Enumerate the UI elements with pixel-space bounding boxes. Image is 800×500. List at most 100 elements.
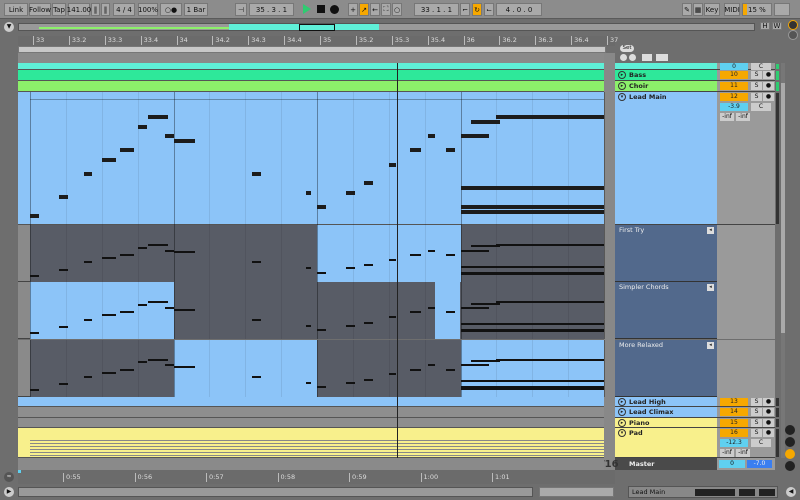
midi-note[interactable] xyxy=(446,148,456,153)
punch-out-icon[interactable]: ⌙ xyxy=(484,3,494,16)
track-number-button[interactable]: 15 xyxy=(720,419,748,427)
midi-note[interactable] xyxy=(30,274,39,277)
midi-map-button[interactable]: MIDI xyxy=(724,3,740,16)
fold-closed-icon[interactable]: ▸ xyxy=(618,419,626,427)
set-locator-button[interactable]: Set xyxy=(620,45,634,52)
track-lane[interactable] xyxy=(18,81,604,92)
take-clip[interactable] xyxy=(30,282,605,340)
midi-note[interactable] xyxy=(410,311,422,314)
midi-note[interactable] xyxy=(148,243,169,246)
pan-control[interactable]: C xyxy=(751,439,771,447)
arm-button[interactable]: ● xyxy=(763,71,774,79)
computer-keyboard-icon[interactable]: ▦ xyxy=(693,3,703,16)
master-track-header[interactable]: Master xyxy=(615,458,717,470)
track-lane[interactable] xyxy=(18,418,604,428)
midi-note[interactable] xyxy=(306,324,311,327)
clip[interactable] xyxy=(30,418,604,428)
solo-button[interactable]: S xyxy=(751,419,762,427)
session-record-icon[interactable]: ○ xyxy=(392,3,402,16)
solo-button[interactable]: S xyxy=(751,398,762,406)
midi-note[interactable] xyxy=(363,378,373,381)
take-lane[interactable] xyxy=(18,339,605,397)
midi-note[interactable] xyxy=(83,261,92,264)
take-lane-header[interactable]: More Relaxed ◂ xyxy=(615,339,717,397)
fold-closed-icon[interactable]: ▸ xyxy=(618,408,626,416)
midi-note[interactable] xyxy=(460,134,490,139)
midi-note[interactable] xyxy=(345,381,355,384)
take-lane-header[interactable]: Simpler Chords ◂ xyxy=(615,282,717,340)
midi-note[interactable] xyxy=(30,214,39,219)
take-clip[interactable] xyxy=(30,339,605,397)
track-lane[interactable] xyxy=(18,70,604,81)
crossfader-toggle-icon[interactable] xyxy=(785,461,795,471)
midi-note[interactable] xyxy=(388,315,396,318)
volume-field[interactable]: -3.9 xyxy=(720,103,748,111)
midi-note[interactable] xyxy=(137,361,147,364)
master-pan[interactable]: -7.0 xyxy=(747,460,772,468)
send-a-knob[interactable]: -inf xyxy=(720,449,734,457)
midi-note[interactable] xyxy=(83,171,92,176)
midi-note[interactable] xyxy=(164,364,174,367)
midi-note[interactable] xyxy=(345,324,355,327)
collapse-icon[interactable]: ▼ xyxy=(4,22,14,32)
vertical-scrollbar[interactable] xyxy=(781,63,785,458)
track-lane[interactable] xyxy=(18,63,604,70)
midi-note[interactable] xyxy=(446,311,456,314)
track-lane[interactable] xyxy=(18,407,604,418)
midi-note[interactable] xyxy=(119,148,135,153)
lock-envelope-icon[interactable] xyxy=(656,54,668,61)
midi-note[interactable] xyxy=(363,321,373,324)
clip[interactable] xyxy=(30,63,604,70)
arm-button[interactable]: ● xyxy=(763,93,774,101)
midi-note[interactable] xyxy=(173,138,196,143)
track-number-button[interactable]: 14 xyxy=(720,408,748,416)
midi-note[interactable] xyxy=(471,120,500,125)
midi-note[interactable] xyxy=(306,267,311,270)
fit-height-button[interactable]: H xyxy=(760,22,770,30)
midi-note[interactable] xyxy=(83,318,92,321)
midi-note[interactable] xyxy=(164,134,174,139)
fit-width-button[interactable]: W xyxy=(772,22,782,30)
key-map-button[interactable]: Key xyxy=(704,3,720,16)
midi-note[interactable] xyxy=(58,326,68,328)
tempo-field[interactable]: 141.00 xyxy=(67,3,91,16)
pan-control[interactable]: C xyxy=(751,103,771,111)
next-locator-icon[interactable] xyxy=(629,54,636,61)
midi-note[interactable] xyxy=(460,249,490,252)
midi-note[interactable] xyxy=(164,249,174,252)
midi-note[interactable] xyxy=(460,204,604,209)
fold-closed-icon[interactable]: ▸ xyxy=(618,398,626,406)
midi-note[interactable] xyxy=(148,358,169,361)
midi-note[interactable] xyxy=(317,386,326,389)
track-header-lead-high[interactable]: ▸ Lead High xyxy=(615,397,717,407)
clip-title-bar[interactable] xyxy=(30,92,604,100)
zoom-field[interactable]: 100% xyxy=(138,3,158,16)
follow-button[interactable]: Follow xyxy=(29,3,51,16)
clip[interactable] xyxy=(30,92,605,225)
track-header-pad[interactable]: ▾ Pad xyxy=(615,428,717,458)
track-header-lead-main[interactable]: ▾ Lead Main xyxy=(615,92,717,225)
track-header-lead-climax[interactable]: ▸ Lead Climax xyxy=(615,407,717,418)
fold-open-icon[interactable]: ▾ xyxy=(618,429,626,437)
master-volume[interactable]: 0 xyxy=(719,460,745,468)
pad-note[interactable] xyxy=(30,443,604,444)
track-number-button[interactable]: 12 xyxy=(720,93,748,101)
midi-note[interactable] xyxy=(119,311,135,314)
midi-note[interactable] xyxy=(148,301,169,304)
clip[interactable] xyxy=(30,70,604,81)
clip[interactable] xyxy=(30,397,604,407)
device-view-toggle-icon[interactable]: ◀ xyxy=(786,487,796,497)
midi-note[interactable] xyxy=(58,268,68,271)
draw-mode-icon[interactable]: ✎ xyxy=(682,3,692,16)
midi-note[interactable] xyxy=(252,171,262,176)
clip[interactable] xyxy=(30,407,604,418)
midi-note[interactable] xyxy=(460,323,604,326)
time-signature-field[interactable]: 4 / 4 xyxy=(113,3,135,16)
time-ruler[interactable]: 0:55 0:56 0:57 0:58 0:59 1:00 1:01 xyxy=(18,470,615,484)
fold-closed-icon[interactable]: ▸ xyxy=(618,82,626,90)
midi-note[interactable] xyxy=(496,115,604,120)
midi-note[interactable] xyxy=(388,258,396,261)
midi-note[interactable] xyxy=(119,368,135,371)
track-header-choir[interactable]: ▸ Choir xyxy=(615,81,717,92)
midi-note[interactable] xyxy=(345,267,355,270)
